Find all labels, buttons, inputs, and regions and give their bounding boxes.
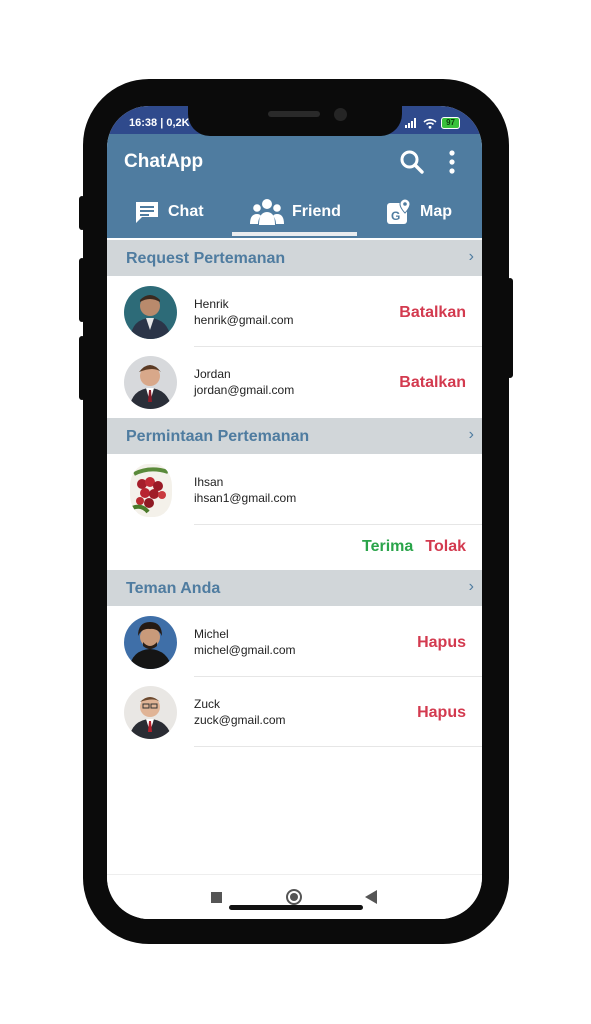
battery-indicator: 97: [441, 117, 460, 129]
contact-name: Henrik: [194, 297, 229, 311]
avatar: [124, 356, 177, 409]
avatar: [130, 464, 172, 517]
volume-down-button: [79, 336, 85, 400]
list-item[interactable]: Ihsan ihsan1@gmail.com Terima Tolak: [107, 455, 482, 567]
chevron-right-icon: ›: [468, 248, 474, 265]
recents-icon[interactable]: [211, 892, 222, 903]
screen: 16:38 | 0,2K 97 ChatApp Chat Friend G Ma…: [107, 106, 482, 919]
chevron-right-icon: ›: [468, 578, 474, 595]
search-icon[interactable]: [399, 149, 425, 175]
section-title: Permintaan Pertemanan: [126, 428, 310, 445]
status-icons: 97: [405, 117, 460, 129]
tab-friend[interactable]: Friend: [250, 186, 341, 238]
section-header-friends[interactable]: Teman Anda ›: [107, 570, 482, 606]
remove-friend-button[interactable]: Hapus: [417, 634, 466, 652]
contact-email: henrik@gmail.com: [194, 313, 294, 327]
wifi-icon: [423, 118, 437, 129]
friends-icon: [250, 199, 284, 225]
side-button: [79, 196, 85, 230]
back-icon[interactable]: [365, 890, 377, 904]
list-item[interactable]: Michel michel@gmail.com Hapus: [107, 607, 482, 677]
tab-chat[interactable]: Chat: [134, 186, 204, 238]
more-options-icon[interactable]: [444, 149, 460, 175]
speaker: [268, 111, 320, 117]
divider: [194, 746, 482, 747]
cancel-request-button[interactable]: Batalkan: [399, 304, 466, 322]
tab-chat-label: Chat: [168, 203, 204, 220]
home-icon[interactable]: [285, 888, 303, 906]
app-title: ChatApp: [124, 151, 204, 172]
power-button: [507, 278, 513, 378]
front-camera: [334, 108, 347, 121]
section-header-request[interactable]: Request Pertemanan ›: [107, 240, 482, 276]
tab-friend-label: Friend: [292, 203, 341, 220]
cancel-request-button[interactable]: Batalkan: [399, 374, 466, 392]
map-icon: G: [387, 198, 411, 224]
svg-text:G: G: [391, 209, 400, 223]
chevron-right-icon: ›: [468, 426, 474, 443]
contact-email: jordan@gmail.com: [194, 383, 295, 397]
tab-bar: Chat Friend G Map: [107, 186, 482, 238]
tab-map[interactable]: G Map: [386, 186, 452, 238]
app-bar: ChatApp: [107, 134, 482, 186]
contact-email: michel@gmail.com: [194, 643, 296, 657]
list-item[interactable]: Jordan jordan@gmail.com Batalkan: [107, 347, 482, 417]
divider: [194, 524, 482, 525]
avatar: [124, 686, 177, 739]
remove-friend-button[interactable]: Hapus: [417, 704, 466, 722]
section-title: Request Pertemanan: [126, 250, 286, 267]
avatar: [124, 616, 177, 669]
reject-button[interactable]: Tolak: [425, 538, 466, 556]
contact-name: Jordan: [194, 367, 231, 381]
active-tab-indicator: [232, 232, 357, 236]
section-title: Teman Anda: [126, 580, 221, 597]
contact-name: Ihsan: [194, 475, 224, 489]
contact-name: Michel: [194, 627, 229, 641]
chat-icon: [136, 202, 158, 223]
contact-name: Zuck: [194, 697, 221, 711]
contact-email: ihsan1@gmail.com: [194, 491, 297, 505]
contact-email: zuck@gmail.com: [194, 713, 286, 727]
list-item[interactable]: Henrik henrik@gmail.com Batalkan: [107, 277, 482, 347]
navigation-bar: [107, 874, 482, 919]
home-indicator[interactable]: [229, 905, 363, 910]
list-item[interactable]: Zuck zuck@gmail.com Hapus: [107, 677, 482, 747]
accept-button[interactable]: Terima: [362, 538, 413, 556]
avatar: [124, 286, 177, 339]
section-header-incoming[interactable]: Permintaan Pertemanan ›: [107, 418, 482, 454]
status-time: 16:38 | 0,2K: [129, 117, 190, 129]
volume-up-button: [79, 258, 85, 322]
signal-icon: [405, 118, 417, 128]
tab-map-label: Map: [420, 203, 452, 220]
